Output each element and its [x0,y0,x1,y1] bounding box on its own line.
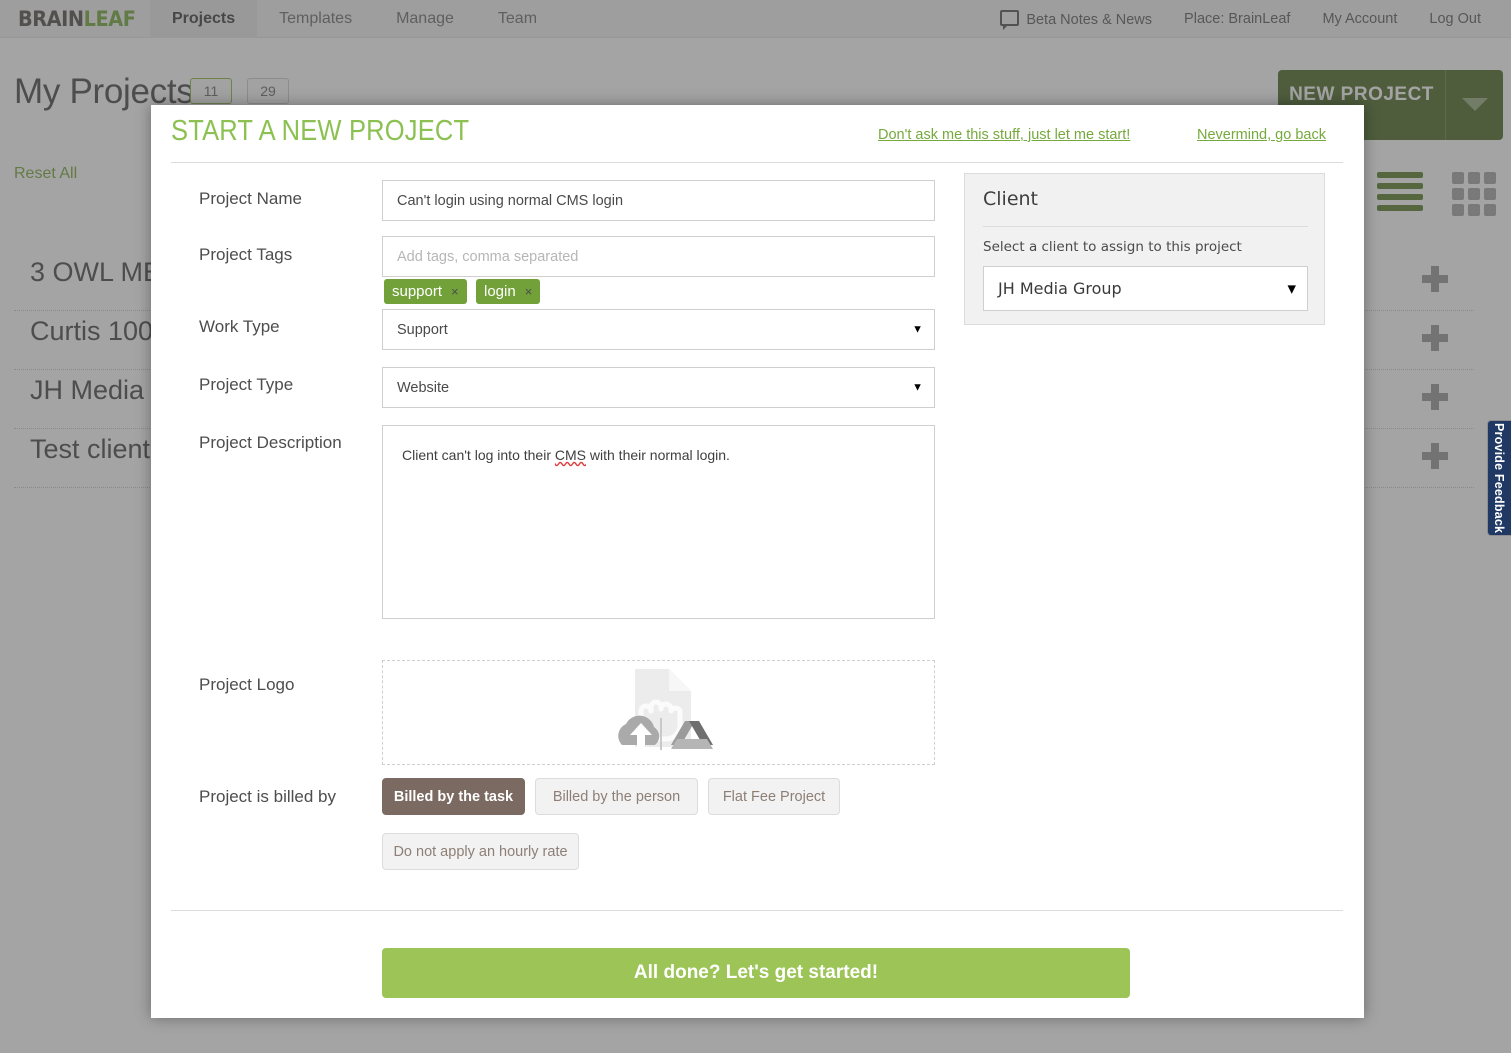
chevron-down-icon: ▼ [912,323,923,335]
label-project-type: Project Type [199,375,294,394]
label-project-logo: Project Logo [199,675,295,694]
label-project-tags: Project Tags [199,245,293,264]
description-text: Client can't log into their CMS with the… [402,447,730,463]
tag-chip-support[interactable]: support × [384,279,467,304]
work-type-value: Support [397,321,448,338]
cancel-link[interactable]: Nevermind, go back [1197,127,1326,143]
client-select-value: JH Media Group [998,279,1122,298]
file-upload-icon [618,669,713,750]
billing-option-no-hourly-rate[interactable]: Do not apply an hourly rate [382,833,579,870]
label-project-name: Project Name [199,189,302,208]
description-post: with their normal login. [586,447,730,463]
billing-option-by-person[interactable]: Billed by the person [535,778,698,815]
new-project-modal: START A NEW PROJECT Don't ask me this st… [151,105,1364,1018]
label-billed-by: Project is billed by [199,787,337,806]
project-type-select[interactable]: Website ▼ [382,367,935,408]
project-type-value: Website [397,379,450,396]
work-type-select[interactable]: Support ▼ [382,309,935,350]
client-panel-subtitle: Select a client to assign to this projec… [983,239,1242,255]
billing-option-flat-fee[interactable]: Flat Fee Project [708,778,840,815]
tag-remove-icon[interactable]: × [451,284,459,299]
tag-remove-icon[interactable]: × [525,284,533,299]
project-name-input[interactable]: Can't login using normal CMS login [382,180,935,221]
project-description-textarea[interactable]: Client can't log into their CMS with the… [382,425,935,619]
tag-label: support [392,283,443,300]
description-pre: Client can't log into their [402,447,555,463]
project-tags-input[interactable]: Add tags, comma separated [382,236,935,277]
chevron-down-icon: ▼ [1287,282,1296,295]
billing-option-by-task[interactable]: Billed by the task [382,778,525,815]
provide-feedback-label: Provide Feedback [1492,422,1506,534]
label-project-description: Project Description [199,433,342,452]
submit-button[interactable]: All done? Let's get started! [382,948,1130,998]
modal-title: START A NEW PROJECT [171,115,470,147]
client-select[interactable]: JH Media Group ▼ [983,266,1308,311]
label-work-type: Work Type [199,317,280,336]
project-logo-dropzone[interactable] [382,660,935,765]
client-panel-heading: Client [983,188,1039,210]
chevron-down-icon: ▼ [912,381,923,393]
client-panel-divider [983,226,1308,227]
provide-feedback-tab[interactable]: Provide Feedback [1487,420,1511,536]
description-misspelled-word: CMS [554,447,586,463]
client-panel: Client Select a client to assign to this… [964,173,1325,325]
modal-header-divider [171,162,1343,163]
tag-label: login [484,283,516,300]
skip-questions-link[interactable]: Don't ask me this stuff, just let me sta… [878,127,1130,143]
modal-footer-divider [171,910,1343,911]
tag-chip-login[interactable]: login × [476,279,541,304]
